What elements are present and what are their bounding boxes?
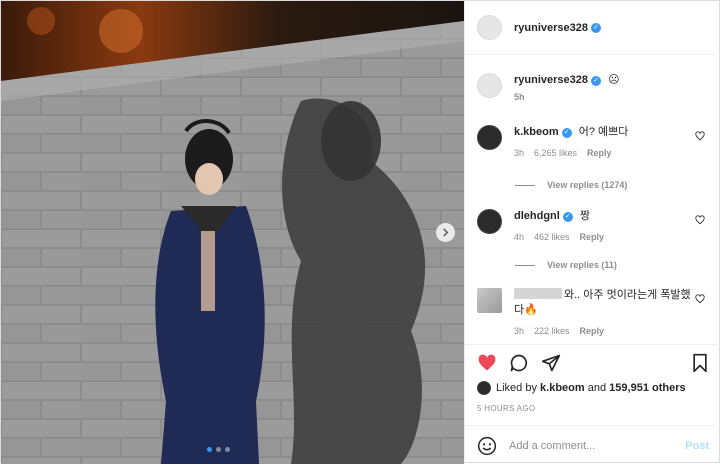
bookmark-icon[interactable] [691, 353, 709, 373]
view-replies-label: View replies (1274) [547, 180, 628, 190]
carousel-dots [207, 447, 230, 452]
verified-badge-icon: ✓ [561, 128, 572, 138]
author-avatar[interactable] [477, 15, 502, 40]
reply-button[interactable]: Reply [587, 146, 612, 161]
action-icons [477, 353, 561, 373]
comment-text: 짱 [579, 210, 591, 222]
comment-item: dlehdgnl ✓ 짱 4h 462 likes Reply [477, 209, 717, 245]
liked-by-prefix: Liked by [496, 382, 537, 394]
liker-avatar[interactable] [477, 381, 491, 395]
comment-input[interactable]: Add a comment... [509, 440, 685, 452]
comment-item: k.kbeom ✓ 어? 예쁘다 3h 6,265 likes Reply [477, 125, 717, 161]
emoji-icon[interactable] [477, 436, 497, 456]
commenter-avatar[interactable] [477, 288, 502, 313]
instagram-post-modal: ryuniverse328 ✓ ryuniverse328 ✓ ☹ 5h k.k… [0, 0, 720, 464]
heart-filled-icon[interactable] [477, 353, 497, 373]
comment-time: 4h [514, 232, 525, 242]
post-photo[interactable] [1, 1, 464, 464]
post-timestamp[interactable]: 5 HOURS AGO [477, 404, 535, 413]
likes-count[interactable]: 159,951 others [609, 382, 685, 394]
post-sidebar: ryuniverse328 ✓ ryuniverse328 ✓ ☹ 5h k.k… [464, 1, 720, 464]
author-avatar[interactable] [477, 73, 502, 98]
comment-text: 어? 예쁘다 [578, 126, 629, 138]
post-header: ryuniverse328 ✓ [465, 1, 720, 55]
carousel-dot [207, 447, 212, 452]
comment-icon[interactable] [509, 353, 529, 373]
author-username[interactable]: ryuniverse328 [514, 22, 588, 34]
blurred-username [514, 288, 562, 299]
commenter-avatar[interactable] [477, 125, 502, 150]
caption-item: ryuniverse328 ✓ ☹ 5h [477, 73, 717, 105]
comments-list[interactable]: ryuniverse328 ✓ ☹ 5h k.kbeom ✓ 어? 예쁘다 3h 6… [465, 56, 720, 344]
comment-username[interactable]: k.kbeom [514, 126, 559, 138]
replies-divider [515, 264, 535, 266]
chevron-right-icon [443, 228, 449, 237]
comment-time: 3h [514, 326, 525, 336]
heart-icon[interactable] [695, 131, 705, 141]
view-replies-label: View replies (11) [547, 260, 617, 270]
likes-summary: Liked by k.kbeom and 159,951 others [477, 381, 686, 395]
commenter-avatar[interactable] [477, 209, 502, 234]
reply-button[interactable]: Reply [580, 230, 605, 245]
caption-time: 5h [514, 92, 525, 102]
photo-illustration [1, 1, 464, 464]
verified-badge-icon: ✓ [562, 212, 573, 222]
comment-likes[interactable]: 222 likes [534, 324, 570, 339]
heart-icon[interactable] [695, 215, 705, 225]
liked-by-and: and [587, 382, 607, 394]
verified-badge-icon: ✓ [591, 22, 601, 33]
carousel-dot [225, 447, 230, 452]
liked-by-user[interactable]: k.kbeom [540, 382, 585, 394]
carousel-dot [216, 447, 221, 452]
post-actions: Liked by k.kbeom and 159,951 others 5 HO… [465, 344, 720, 468]
next-photo-button[interactable] [436, 223, 455, 242]
view-replies-button[interactable]: View replies (1274) [515, 180, 627, 190]
verified-badge-icon: ✓ [591, 76, 601, 86]
heart-icon[interactable] [695, 294, 705, 304]
reply-button[interactable]: Reply [580, 324, 605, 339]
comment-likes[interactable]: 6,265 likes [534, 146, 577, 161]
comment-time: 3h [514, 148, 525, 158]
comment-item: 와.. 아주 멋이라는게 폭발했다🔥 3h 222 likes Reply [477, 288, 717, 339]
share-icon[interactable] [541, 353, 561, 373]
view-replies-button[interactable]: View replies (11) [515, 260, 617, 270]
comment-username[interactable]: dlehdgnl [514, 210, 560, 222]
caption-text: ☹ [608, 74, 620, 86]
comment-likes[interactable]: 462 likes [534, 230, 570, 245]
caption-username[interactable]: ryuniverse328 [514, 74, 588, 86]
replies-divider [515, 184, 535, 186]
add-comment-bar: Add a comment... Post [465, 425, 720, 465]
post-comment-button[interactable]: Post [685, 440, 709, 452]
